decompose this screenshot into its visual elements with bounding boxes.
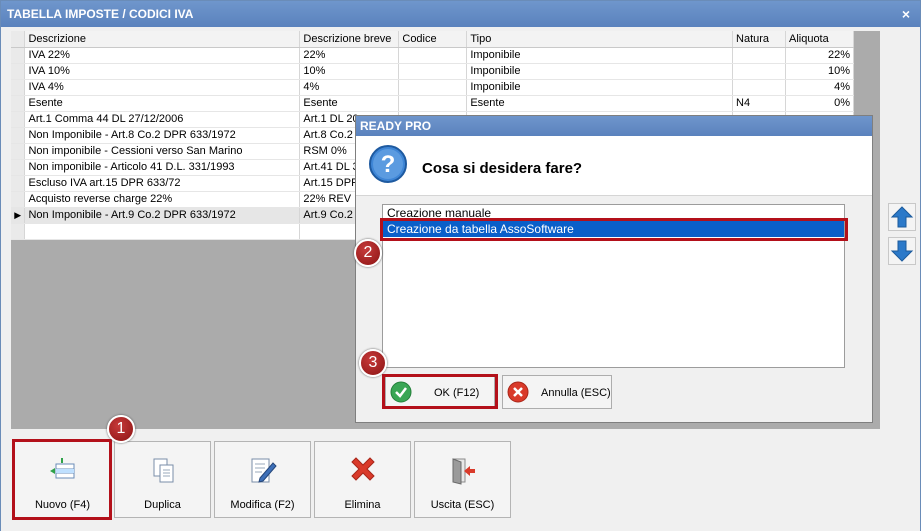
row-indicator: [11, 79, 26, 96]
cell-descrizione[interactable]: Non Imponibile - Art.9 Co.2 DPR 633/1972: [24, 207, 301, 224]
dialog-header: ? Cosa si desidera fare?: [356, 136, 872, 196]
cell-aliquota[interactable]: 10%: [785, 63, 855, 80]
table-row[interactable]: IVA 10% 10% Imponibile 10%: [11, 63, 855, 80]
cell-codice[interactable]: [398, 47, 468, 64]
column-header-codice[interactable]: Codice: [398, 31, 468, 48]
cell-descrizione[interactable]: IVA 4%: [24, 79, 301, 96]
cell-descrizione[interactable]: Acquisto reverse charge 22%: [24, 191, 301, 208]
cell-descrizione-breve[interactable]: 10%: [299, 63, 400, 80]
column-header-descrizione[interactable]: Descrizione: [24, 31, 301, 48]
duplica-button[interactable]: Duplica: [114, 441, 211, 518]
row-indicator: [11, 143, 26, 160]
cell-descrizione[interactable]: Non imponibile - Cessioni verso San Mari…: [24, 143, 301, 160]
column-header-tipo[interactable]: Tipo: [466, 31, 734, 48]
cell-descrizione[interactable]: IVA 22%: [24, 47, 301, 64]
move-down-icon[interactable]: [888, 237, 916, 265]
cell-codice[interactable]: [398, 63, 468, 80]
delete-icon: [351, 457, 375, 481]
modifica-button[interactable]: Modifica (F2): [214, 441, 311, 518]
row-indicator: [11, 127, 26, 144]
window-titlebar: TABELLA IMPOSTE / CODICI IVA ×: [1, 1, 920, 27]
column-header-natura[interactable]: Natura: [732, 31, 786, 48]
cell-tipo[interactable]: Imponibile: [466, 47, 734, 64]
cell-descrizione[interactable]: IVA 10%: [24, 63, 301, 80]
duplicate-icon: [153, 458, 174, 483]
cell-descrizione-breve[interactable]: 4%: [299, 79, 400, 96]
cell-descrizione[interactable]: Non Imponibile - Art.8 Co.2 DPR 633/1972: [24, 127, 301, 144]
cell-natura[interactable]: [732, 63, 786, 80]
question-icon: ?: [369, 145, 407, 183]
window-title: TABELLA IMPOSTE / CODICI IVA: [7, 7, 194, 21]
move-up-icon[interactable]: [888, 203, 916, 231]
table-row[interactable]: IVA 4% 4% Imponibile 4%: [11, 79, 855, 96]
row-indicator: ▶: [11, 207, 26, 224]
dialog-title: READY PRO: [356, 116, 872, 136]
cell-aliquota[interactable]: 0%: [785, 95, 855, 112]
cell-descrizione[interactable]: Art.1 Comma 44 DL 27/12/2006: [24, 111, 301, 128]
cell-descrizione-breve[interactable]: Esente: [299, 95, 400, 112]
cell-codice[interactable]: [398, 95, 468, 112]
cell-aliquota[interactable]: 22%: [785, 47, 855, 64]
modifica-label: Modifica (F2): [230, 499, 295, 511]
elimina-button[interactable]: Elimina: [314, 441, 411, 518]
uscita-button[interactable]: Uscita (ESC): [414, 441, 511, 518]
cell-tipo[interactable]: Imponibile: [466, 79, 734, 96]
table-row[interactable]: IVA 22% 22% Imponibile 22%: [11, 47, 855, 64]
cell-natura[interactable]: [732, 47, 786, 64]
cell-tipo[interactable]: Esente: [466, 95, 734, 112]
cancel-icon: [507, 381, 529, 403]
cell-tipo[interactable]: Imponibile: [466, 63, 734, 80]
cell-descrizione[interactable]: [24, 223, 301, 240]
column-header-aliquota[interactable]: Aliquota: [785, 31, 855, 48]
cell-descrizione-breve[interactable]: 22%: [299, 47, 400, 64]
cell-natura[interactable]: [732, 79, 786, 96]
highlight-option: [380, 218, 848, 241]
table-row[interactable]: Esente Esente Esente N4 0%: [11, 95, 855, 112]
row-indicator: [11, 223, 26, 240]
close-icon[interactable]: ×: [902, 1, 910, 27]
row-indicator: [11, 175, 26, 192]
row-indicator: [11, 63, 26, 80]
svg-text:?: ?: [381, 151, 396, 178]
main-window: TABELLA IMPOSTE / CODICI IVA × Descrizio…: [0, 0, 921, 531]
highlight-nuovo: [12, 439, 112, 520]
cell-descrizione[interactable]: Esente: [24, 95, 301, 112]
cell-natura[interactable]: N4: [732, 95, 786, 112]
column-header-descrizione-breve[interactable]: Descrizione breve: [299, 31, 400, 48]
row-indicator: [11, 95, 26, 112]
cell-descrizione[interactable]: Escluso IVA art.15 DPR 633/72: [24, 175, 301, 192]
edit-icon: [251, 458, 277, 483]
cell-codice[interactable]: [398, 79, 468, 96]
highlight-ok: [382, 374, 498, 409]
step-badge-2: 2: [354, 239, 382, 267]
table-header-row: Descrizione Descrizione breve Codice Tip…: [11, 31, 855, 48]
step-badge-1: 1: [107, 415, 135, 443]
uscita-label: Uscita (ESC): [430, 499, 495, 511]
row-indicator: [11, 159, 26, 176]
row-indicator: [11, 47, 26, 64]
duplica-label: Duplica: [144, 499, 181, 511]
row-indicator: [11, 111, 26, 128]
annulla-label: Annulla (ESC): [541, 387, 611, 399]
exit-door-icon: [452, 458, 475, 485]
annulla-button[interactable]: Annulla (ESC): [502, 375, 612, 409]
row-indicator-header: [11, 31, 26, 48]
cell-descrizione[interactable]: Non imponibile - Articolo 41 D.L. 331/19…: [24, 159, 301, 176]
step-badge-3: 3: [359, 349, 387, 377]
dialog-question: Cosa si desidera fare?: [422, 160, 583, 177]
cell-aliquota[interactable]: 4%: [785, 79, 855, 96]
elimina-label: Elimina: [344, 499, 381, 511]
row-indicator: [11, 191, 26, 208]
